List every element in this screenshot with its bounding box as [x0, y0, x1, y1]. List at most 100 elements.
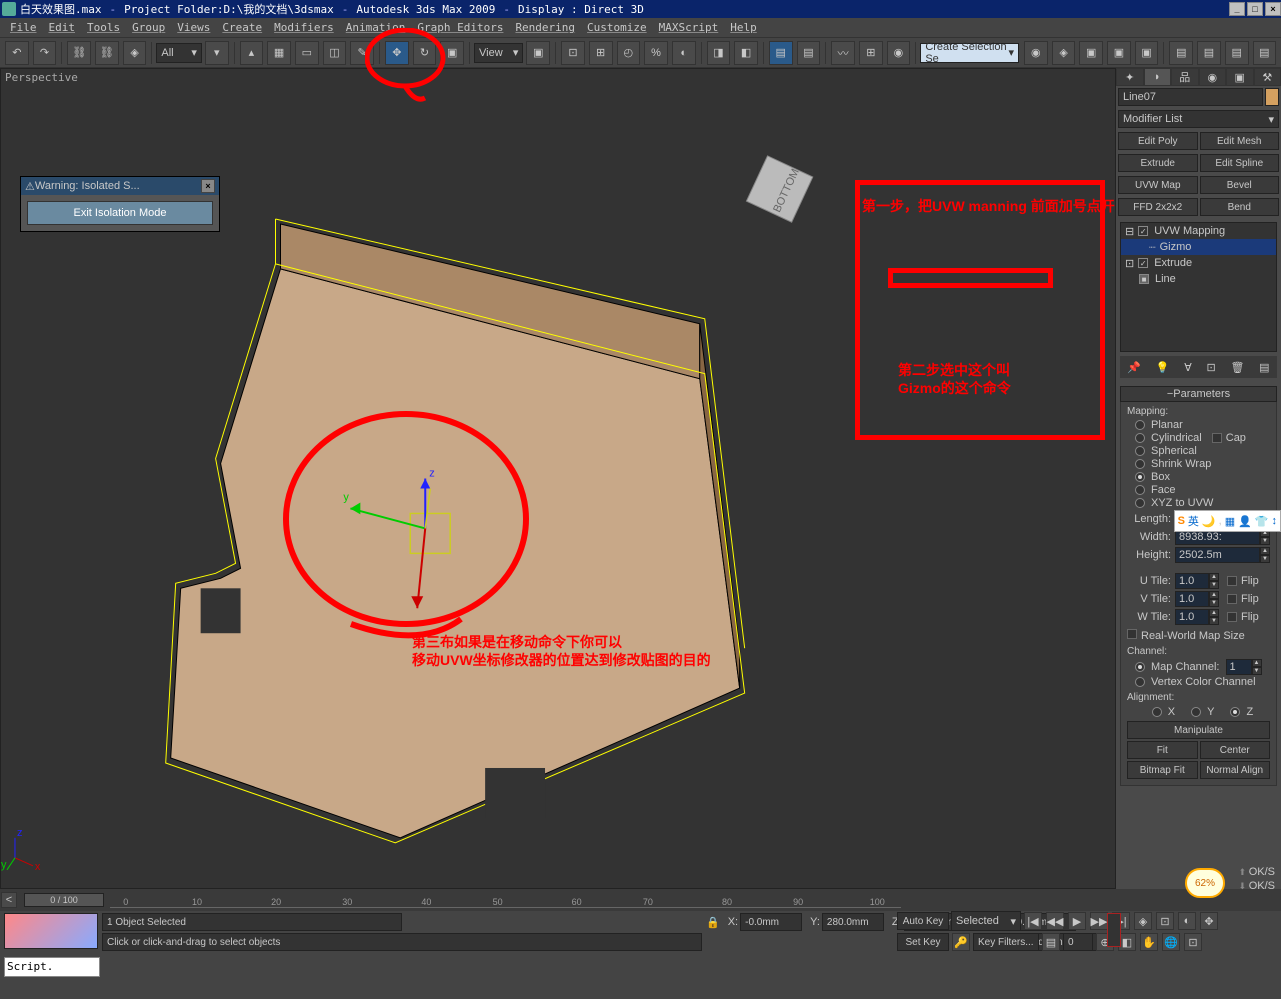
- nav7[interactable]: ✋: [1140, 933, 1158, 951]
- mapping-face[interactable]: Face: [1135, 484, 1270, 496]
- center-button[interactable]: Center: [1200, 741, 1271, 759]
- vflip-check[interactable]: [1227, 594, 1237, 604]
- mapping-shrinkwrap[interactable]: Shrink Wrap: [1135, 458, 1270, 470]
- quick-render[interactable]: ▣: [1107, 41, 1131, 65]
- link-button[interactable]: ⛓: [67, 41, 91, 65]
- nav1[interactable]: ◈: [1134, 912, 1152, 930]
- prev-frame[interactable]: ◀◀: [1046, 912, 1064, 930]
- vcc-radio[interactable]: Vertex Color Channel: [1135, 676, 1270, 688]
- material-preview[interactable]: [4, 913, 98, 949]
- select-paint[interactable]: ✎: [350, 41, 374, 65]
- object-name-field[interactable]: Line07: [1118, 88, 1263, 106]
- lock-icon[interactable]: 🔒: [706, 916, 720, 929]
- max-button[interactable]: □: [1247, 2, 1263, 16]
- uvwmap-button[interactable]: UVW Map: [1118, 176, 1198, 194]
- download-badge[interactable]: 62%: [1185, 868, 1225, 898]
- redo-button[interactable]: ↷: [33, 41, 57, 65]
- stack-gizmo[interactable]: ┈Gizmo: [1121, 239, 1276, 255]
- ffd-button[interactable]: FFD 2x2x2: [1118, 198, 1198, 216]
- nav3[interactable]: ◐: [1178, 912, 1196, 930]
- modifier-stack[interactable]: ⊟✓UVW Mapping ┈Gizmo ⊡✓Extrude ■Line: [1120, 222, 1277, 352]
- spinner-snap[interactable]: ◐: [672, 41, 696, 65]
- modifier-list-dropdown[interactable]: Modifier List▾: [1118, 110, 1279, 128]
- manip-button[interactable]: ⊡: [561, 41, 585, 65]
- rotate-button[interactable]: ↻: [413, 41, 437, 65]
- extrude-button[interactable]: Extrude: [1118, 154, 1198, 172]
- motion-tab[interactable]: ◉: [1199, 68, 1227, 86]
- render-frame[interactable]: ◈: [1052, 41, 1076, 65]
- fit-button[interactable]: Fit: [1127, 741, 1198, 759]
- select-arrow[interactable]: ▴: [240, 41, 264, 65]
- unlink-button[interactable]: ⛓: [95, 41, 119, 65]
- time-ruler[interactable]: 0 10 20 30 40 50 60 70 80 90 100: [110, 892, 901, 908]
- schematic[interactable]: ⊞: [859, 41, 883, 65]
- bulb-icon[interactable]: 💡: [1156, 361, 1170, 374]
- mirror-button[interactable]: ◧: [734, 41, 758, 65]
- bind-button[interactable]: ◈: [123, 41, 147, 65]
- nav8[interactable]: 🌐: [1162, 933, 1180, 951]
- play-button[interactable]: ▶: [1068, 912, 1086, 930]
- script-input[interactable]: Script.: [4, 957, 100, 977]
- setkey-button[interactable]: Set Key: [897, 933, 949, 951]
- mapping-cylindrical[interactable]: CylindricalCap: [1135, 432, 1270, 444]
- goto-start[interactable]: |◀: [1024, 912, 1042, 930]
- menu-modifiers[interactable]: Modifiers: [268, 19, 340, 36]
- stack-uvwmapping[interactable]: ⊟✓UVW Mapping: [1121, 223, 1276, 239]
- y-coord[interactable]: 280.0mm: [822, 913, 884, 931]
- uflip-check[interactable]: [1227, 576, 1237, 586]
- menu-animation[interactable]: Animation: [340, 19, 412, 36]
- display-tab[interactable]: ▣: [1226, 68, 1254, 86]
- key-icon[interactable]: 🔑: [952, 933, 970, 951]
- vtile-spinner[interactable]: 1.0: [1175, 591, 1209, 607]
- exit-isolation-button[interactable]: Exit Isolation Mode: [27, 201, 213, 225]
- configure-icon[interactable]: ▤: [1259, 361, 1269, 374]
- filter-dropdown[interactable]: All ▾: [156, 43, 201, 63]
- editspline-button[interactable]: Edit Spline: [1200, 154, 1280, 172]
- mapping-xyz[interactable]: XYZ to UVW: [1135, 497, 1270, 509]
- autokey-button[interactable]: Auto Key: [897, 912, 949, 930]
- select-window[interactable]: ◫: [323, 41, 347, 65]
- menu-maxscript[interactable]: MAXScript: [653, 19, 725, 36]
- bend-button[interactable]: Bend: [1200, 198, 1280, 216]
- mapping-planar[interactable]: Planar: [1135, 419, 1270, 431]
- render-preset[interactable]: ▣: [1135, 41, 1159, 65]
- selset-dropdown[interactable]: Create Selection Se▾: [920, 43, 1019, 63]
- tool-c[interactable]: ▤: [1225, 41, 1249, 65]
- align-y[interactable]: Y: [1191, 706, 1214, 718]
- render-button[interactable]: ▣: [1079, 41, 1103, 65]
- object-color-swatch[interactable]: [1265, 88, 1279, 106]
- select-rect[interactable]: ▭: [295, 41, 319, 65]
- move-button[interactable]: ✥: [385, 41, 409, 65]
- tool-b[interactable]: ▤: [1197, 41, 1221, 65]
- modify-tab[interactable]: ◗: [1144, 68, 1172, 86]
- pin-icon[interactable]: 📌: [1127, 361, 1141, 374]
- editmesh-button[interactable]: Edit Mesh: [1200, 132, 1280, 150]
- tool-d[interactable]: ▤: [1253, 41, 1277, 65]
- nav2[interactable]: ⊡: [1156, 912, 1174, 930]
- scale-button[interactable]: ▣: [440, 41, 464, 65]
- snap-toggle[interactable]: ⊞: [589, 41, 613, 65]
- layers-button[interactable]: ▤: [797, 41, 821, 65]
- parameters-rollup-header[interactable]: − Parameters: [1120, 386, 1277, 402]
- bevel-button[interactable]: Bevel: [1200, 176, 1280, 194]
- keymode-dropdown[interactable]: Selected▾: [951, 911, 1021, 931]
- render-setup[interactable]: ◉: [1024, 41, 1048, 65]
- menu-create[interactable]: Create: [216, 19, 268, 36]
- menu-edit[interactable]: Edit: [43, 19, 82, 36]
- time-slider[interactable]: 0 / 100: [24, 893, 104, 907]
- menu-group[interactable]: Group: [126, 19, 171, 36]
- stack-extrude[interactable]: ⊡✓Extrude: [1121, 255, 1276, 271]
- create-tab[interactable]: ✦: [1116, 68, 1144, 86]
- undo-button[interactable]: ↶: [5, 41, 29, 65]
- height-spinner[interactable]: 2502.5m: [1175, 547, 1260, 563]
- make-unique-icon[interactable]: ⊡: [1207, 361, 1216, 374]
- named-sel[interactable]: ◨: [707, 41, 731, 65]
- nav4[interactable]: ✥: [1200, 912, 1218, 930]
- utile-spinner[interactable]: 1.0: [1175, 573, 1209, 589]
- next-frame[interactable]: ▶▶: [1090, 912, 1108, 930]
- align-x[interactable]: X: [1152, 706, 1175, 718]
- wflip-check[interactable]: [1227, 612, 1237, 622]
- curve-editor[interactable]: 〰: [831, 41, 855, 65]
- stack-line[interactable]: ■Line: [1121, 271, 1276, 287]
- align-z[interactable]: Z: [1230, 706, 1253, 718]
